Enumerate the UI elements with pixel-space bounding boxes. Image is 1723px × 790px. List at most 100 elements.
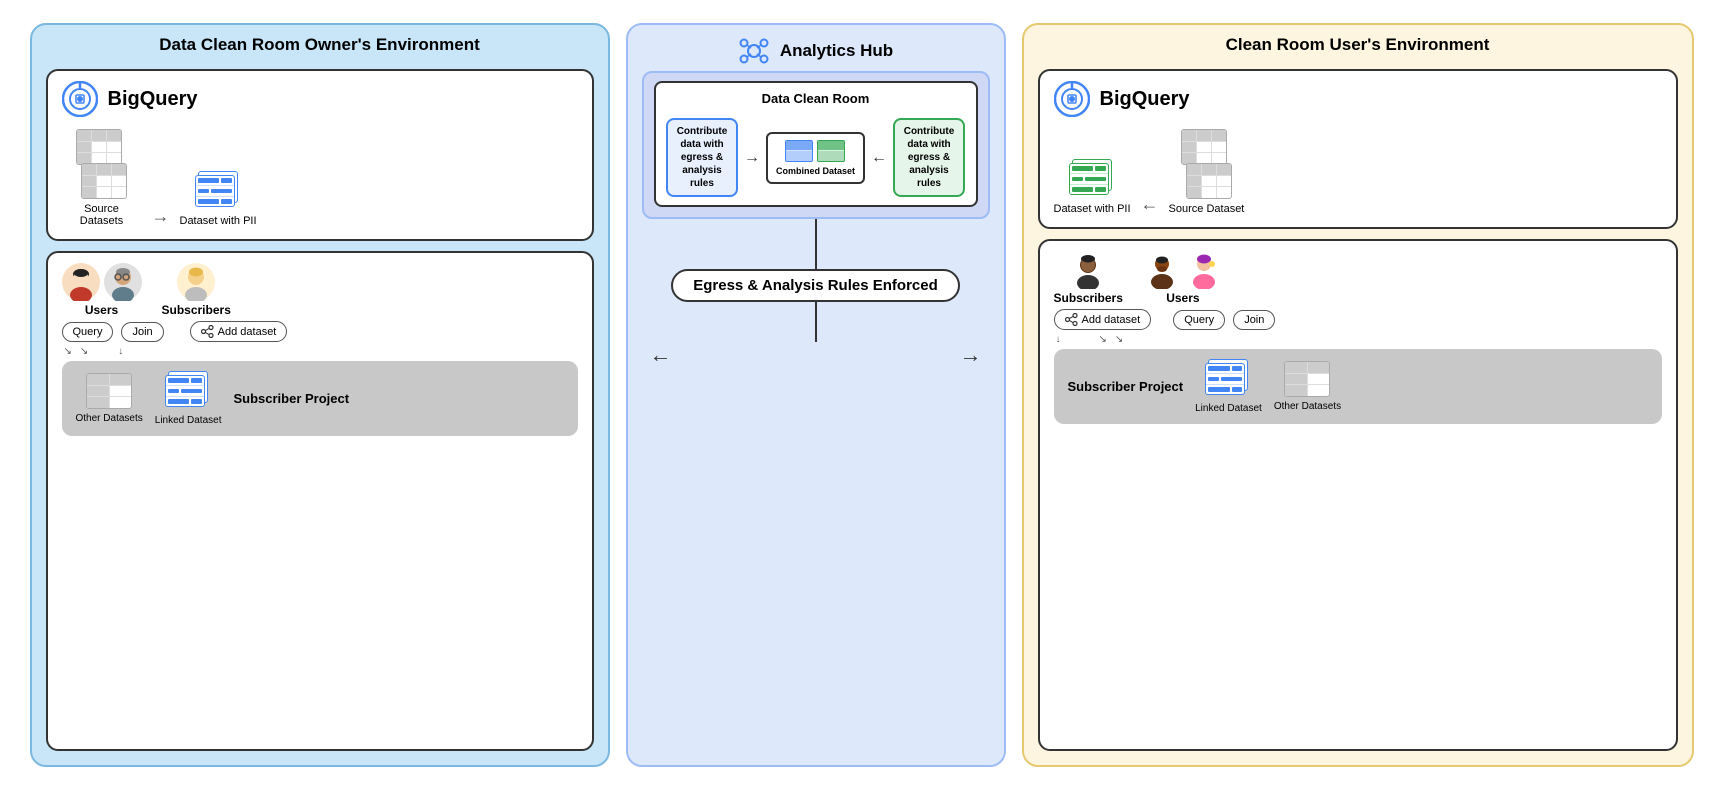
hub-v-line-1 <box>815 219 817 269</box>
user-add-dataset-label: Add dataset <box>1082 314 1141 326</box>
user-people-panel: Subscribers <box>1038 239 1678 751</box>
user-datasets-row: Dataset with PII ← <box>1054 129 1662 215</box>
hub-title-text: Analytics Hub <box>780 41 893 61</box>
owner-action-row: Query Join Add dataset <box>62 321 578 342</box>
owner-query-btn[interactable]: Query <box>62 322 114 342</box>
user-users-label: Users <box>1166 291 1199 305</box>
user-add-dataset-btn[interactable]: Add dataset <box>1054 309 1152 330</box>
arrow-right-hub: → <box>960 342 982 368</box>
owner-subscribers-group: Subscribers <box>162 263 231 317</box>
owner-add-dataset-btn[interactable]: Add dataset <box>190 321 288 342</box>
share-icon-owner <box>201 325 214 338</box>
hub-arrow-2: ← <box>871 149 887 167</box>
hub-inner-panel: Data Clean Room Contribute data with egr… <box>642 71 990 219</box>
combined-icons <box>785 140 845 162</box>
combined-green-icon <box>817 140 845 162</box>
dcr-box: Data Clean Room Contribute data with egr… <box>654 81 978 207</box>
owner-pii-dataset-group: Dataset with PII <box>180 171 257 227</box>
owner-subscriber-project-box: Other Datasets Linked Dataset <box>62 361 578 436</box>
user-source-table-1 <box>1181 129 1227 165</box>
user-avatar-2 <box>1185 251 1223 289</box>
user-source-dataset-group: Source Dataset <box>1169 129 1245 215</box>
contribute-green-pill: Contribute data with egress & analysis r… <box>893 118 965 197</box>
owner-users-label: Users <box>85 303 118 317</box>
user-arrow-left: ← <box>1141 194 1159 215</box>
source-datasets-label: Source Datasets <box>62 203 142 227</box>
user-avatar-1 <box>1143 251 1181 289</box>
dcr-title: Data Clean Room <box>762 91 870 106</box>
user-bq-label: BigQuery <box>1100 88 1190 111</box>
egress-banner: Egress & Analysis Rules Enforced <box>671 269 960 302</box>
owner-env-title: Data Clean Room Owner's Environment <box>46 35 594 55</box>
combined-label: Combined Dataset <box>776 166 855 176</box>
owner-people-panel: Users Subscribers <box>46 251 594 751</box>
owner-pii-icon <box>195 171 241 211</box>
user-pii-dataset-group: Dataset with PII <box>1054 159 1131 215</box>
user-person-section: Subscribers <box>1054 251 1662 305</box>
user-linked-icon <box>1205 359 1251 399</box>
user-bq-panel: BigQuery Dataset with PII <box>1038 69 1678 229</box>
user-subscriber-project-box: Subscriber Project Linked Dataset <box>1054 349 1662 424</box>
owner-subscribers-label: Subscribers <box>162 303 231 317</box>
owner-linked-label: Linked Dataset <box>155 415 222 426</box>
hub-vertical-section: Egress & Analysis Rules Enforced ← → <box>642 219 990 751</box>
owner-linked-dataset-group: Linked Dataset <box>155 371 222 426</box>
source-table-1 <box>76 129 122 165</box>
hub-horizontal-arrows: ← → <box>642 342 990 368</box>
user-source-table-2 <box>1186 163 1232 199</box>
owner-person-section: Users Subscribers <box>62 263 578 317</box>
user-avatars <box>1143 251 1223 289</box>
user-linked-dataset-group: Linked Dataset <box>1195 359 1262 414</box>
user-sub-avatars <box>1069 251 1107 289</box>
user-subscribers-group: Subscribers <box>1054 251 1123 305</box>
owner-other-datasets-label: Other Datasets <box>76 413 143 424</box>
owner-avatar-2 <box>104 263 142 301</box>
user-join-label: Join <box>1244 314 1264 326</box>
user-source-tables-icon <box>1181 129 1232 199</box>
contribute-blue-text: Contribute data with egress & analysis r… <box>677 126 728 189</box>
owner-users-group: Users <box>62 263 142 317</box>
owner-sub-avatar-1 <box>177 263 215 301</box>
user-query-btn[interactable]: Query <box>1173 310 1225 330</box>
hub-title: Analytics Hub <box>642 35 990 67</box>
owner-sub-avatars <box>177 263 215 301</box>
user-other-table <box>1284 361 1330 397</box>
user-linked-label: Linked Dataset <box>1195 403 1262 414</box>
owner-bq-label: BigQuery <box>108 88 198 111</box>
owner-arrow-right: → <box>152 206 170 227</box>
owner-sub-project-label: Subscriber Project <box>233 391 349 406</box>
bq-icon-owner <box>62 81 98 117</box>
analytics-hub-environment: Analytics Hub Data Clean Room Contribute… <box>626 23 1006 767</box>
dcr-content-row: Contribute data with egress & analysis r… <box>666 118 966 197</box>
owner-environment: Data Clean Room Owner's Environment BigQ… <box>30 23 610 767</box>
contribute-green-text: Contribute data with egress & analysis r… <box>904 126 955 189</box>
user-users-group: Users <box>1143 251 1223 305</box>
owner-avatar-1 <box>62 263 100 301</box>
owner-add-dataset-label: Add dataset <box>218 326 277 338</box>
user-join-btn[interactable]: Join <box>1233 310 1275 330</box>
owner-user-avatars <box>62 263 142 301</box>
user-sub-project-label: Subscriber Project <box>1068 379 1184 394</box>
egress-text: Egress & Analysis Rules Enforced <box>693 277 938 294</box>
user-action-row: Add dataset Query Join <box>1054 309 1662 330</box>
source-datasets-group: Source Datasets <box>62 129 142 227</box>
combined-dataset-box: Combined Dataset <box>766 132 865 184</box>
owner-query-label: Query <box>73 326 103 338</box>
user-env-title: Clean Room User's Environment <box>1038 35 1678 55</box>
combined-blue-icon <box>785 140 813 162</box>
user-environment: Clean Room User's Environment BigQuery <box>1022 23 1694 767</box>
bq-icon-user <box>1054 81 1090 117</box>
share-icon-user <box>1065 313 1078 326</box>
owner-datasets-row: Source Datasets → Dataset with PII <box>62 129 578 227</box>
user-pii-icon <box>1069 159 1115 199</box>
user-pii-label: Dataset with PII <box>1054 203 1131 215</box>
owner-bq-panel: BigQuery <box>46 69 594 241</box>
hub-arrow-1: → <box>744 149 760 167</box>
owner-other-datasets-group: Other Datasets <box>76 373 143 424</box>
user-other-datasets-label: Other Datasets <box>1274 401 1341 412</box>
user-query-label: Query <box>1184 314 1214 326</box>
owner-pii-label: Dataset with PII <box>180 215 257 227</box>
user-sub-avatar-1 <box>1069 251 1107 289</box>
user-sub-project-section: Subscriber Project Linked Dataset <box>1068 359 1648 414</box>
owner-join-btn[interactable]: Join <box>121 322 163 342</box>
